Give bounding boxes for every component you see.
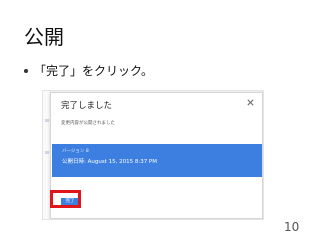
version-label: バージョン 8 [62,149,89,154]
slide-title: 公開 [24,25,64,49]
published-timestamp: 公開日時: August 15, 2015 8:37 PM [62,159,157,165]
instruction-text: 「完了」をクリック。 [34,64,154,78]
dialog-message: 変更内容が公開されました [61,121,115,126]
publish-complete-dialog: 完了しました 変更内容が公開されました バージョン 8 公開日時: August… [50,92,263,219]
slide: 公開 「完了」をクリック。 完了しました 変更内容が公開されました バージョン … [0,0,320,240]
close-icon[interactable] [246,98,255,107]
sidebar-mark [45,151,49,154]
page-number: 10 [284,220,300,234]
bullet-icon [24,69,28,73]
instruction-bullet: 「完了」をクリック。 [24,63,153,79]
dialog-title: 完了しました [61,101,113,111]
version-panel: バージョン 8 公開日時: August 15, 2015 8:37 PM [52,144,262,177]
highlight-box [50,190,81,208]
sidebar-mark [45,119,49,122]
